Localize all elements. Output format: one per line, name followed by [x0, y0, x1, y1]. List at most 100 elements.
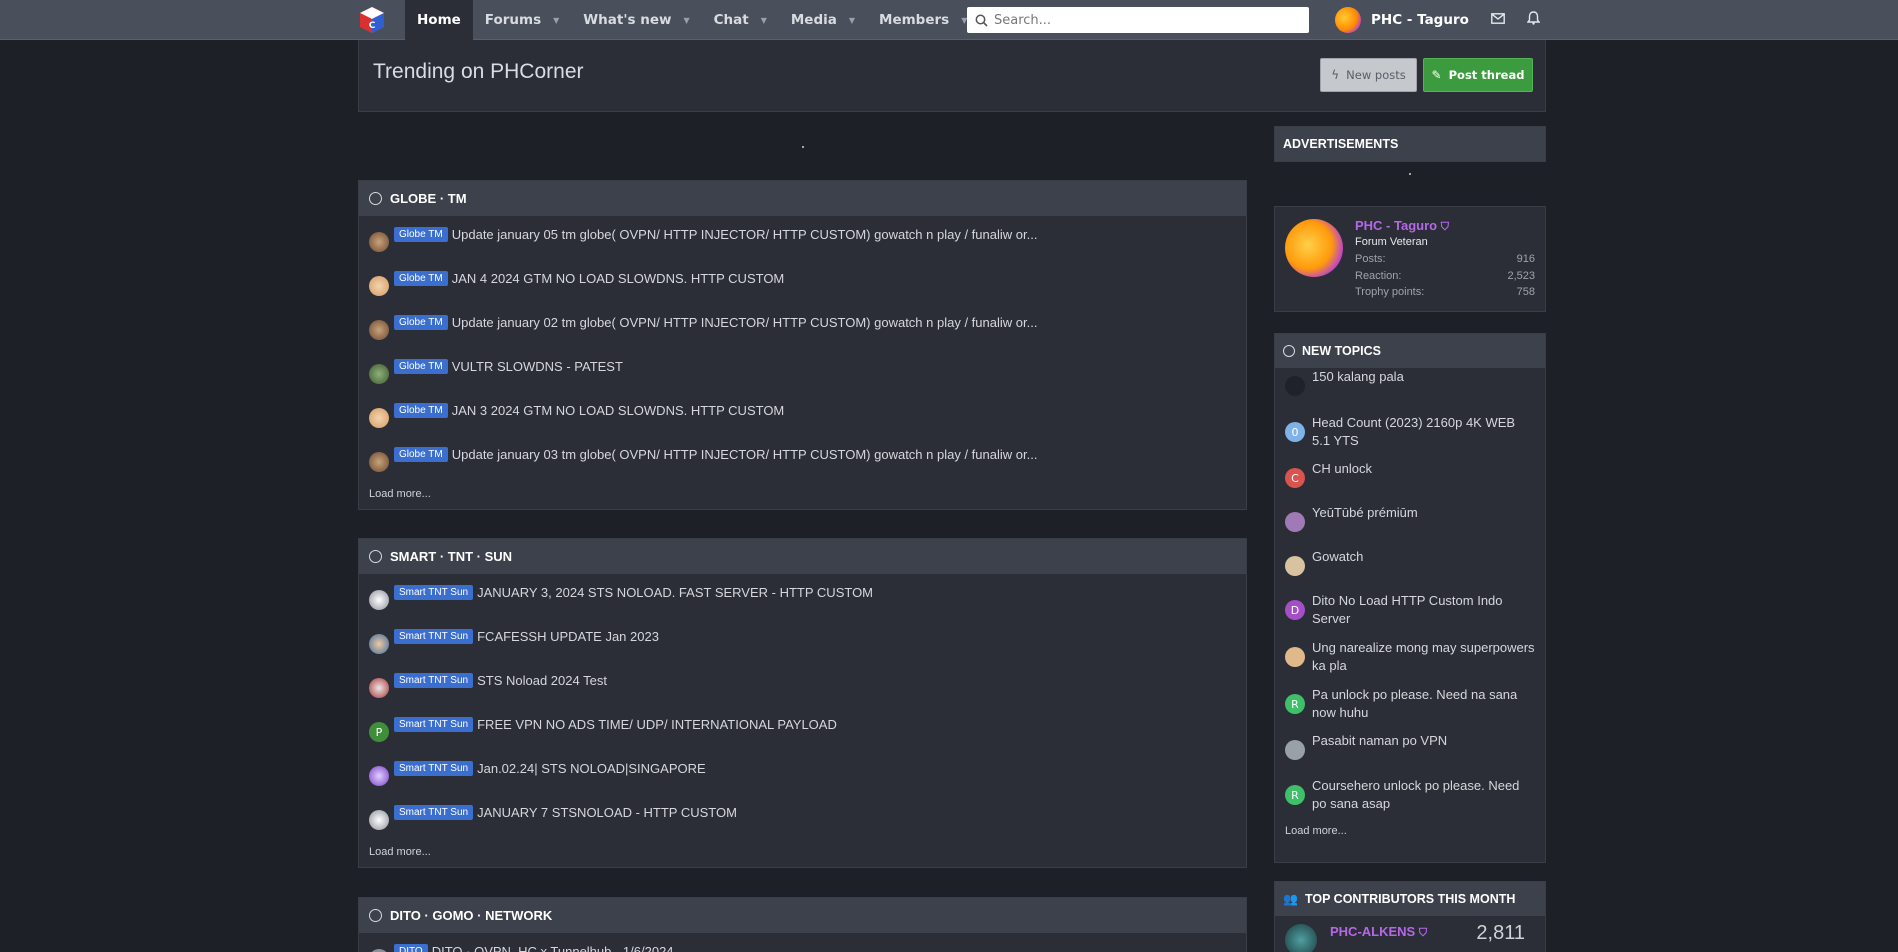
list-item[interactable]: R Pa unlock po please. Need na sana now … — [1275, 686, 1545, 732]
avatar[interactable]: 0 — [1285, 422, 1305, 442]
list-item[interactable]: Smart TNT Sun STS Noload 2024 Test — [359, 662, 1246, 706]
avatar[interactable]: C — [1285, 468, 1305, 488]
list-item[interactable]: DITO DITO · OVPN, HC x Tunnelhub - 1/6/20… — [359, 933, 1246, 952]
envelope-icon[interactable] — [1490, 12, 1505, 28]
list-item[interactable]: 150 kalang pala — [1275, 368, 1545, 414]
prefix-tag[interactable]: Globe TM — [394, 358, 448, 374]
new-posts-button[interactable]: ϟ New posts — [1320, 58, 1417, 92]
list-item[interactable]: 0 Head Count (2023) 2160p 4K WEB 5.1 YTS — [1275, 414, 1545, 460]
nav-home[interactable]: Home — [405, 0, 473, 40]
thread-title[interactable]: JAN 4 2024 GTM NO LOAD SLOWDNS. HTTP CUS… — [452, 271, 785, 286]
list-item[interactable]: Globe TM Update january 03 tm globe( OVPN… — [359, 436, 1246, 480]
avatar[interactable] — [1285, 924, 1317, 952]
profile-name[interactable]: PHC - Taguro ⛉ — [1355, 218, 1449, 234]
prefix-tag[interactable]: DITO — [394, 943, 428, 952]
thread-title[interactable]: Jan.02.24| STS NOLOAD|SINGAPORE — [477, 761, 706, 776]
search-input[interactable] — [994, 12, 1294, 28]
prefix-tag[interactable]: Smart TNT Sun — [394, 804, 474, 820]
avatar[interactable] — [1285, 376, 1305, 396]
topic-title[interactable]: Head Count (2023) 2160p 4K WEB 5.1 YTS — [1312, 414, 1535, 450]
avatar[interactable]: D — [1285, 600, 1305, 620]
thread-title[interactable]: JAN 3 2024 GTM NO LOAD SLOWDNS. HTTP CUS… — [452, 403, 785, 418]
nav-media[interactable]: Media ▼ — [779, 0, 867, 40]
avatar[interactable] — [369, 276, 389, 296]
contributor-name[interactable]: PHC-ALKENS ⛉ — [1330, 924, 1427, 940]
search-box[interactable] — [967, 7, 1309, 33]
prefix-tag[interactable]: Globe TM — [394, 226, 448, 242]
prefix-tag[interactable]: Smart TNT Sun — [394, 716, 474, 732]
bell-icon[interactable] — [1526, 11, 1541, 29]
thread-title[interactable]: STS Noload 2024 Test — [477, 673, 607, 688]
avatar[interactable] — [369, 766, 389, 786]
list-item[interactable]: Smart TNT Sun FCAFESSH UPDATE Jan 2023 — [359, 618, 1246, 662]
nav-forums[interactable]: Forums ▼ — [473, 0, 571, 40]
list-item[interactable]: Globe TM JAN 3 2024 GTM NO LOAD SLOWDNS. … — [359, 392, 1246, 436]
prefix-tag[interactable]: Smart TNT Sun — [394, 672, 474, 688]
list-item[interactable]: Globe TM Update january 05 tm globe( OVPN… — [359, 216, 1246, 260]
thread-title[interactable]: Update january 03 tm globe( OVPN/ HTTP I… — [452, 447, 1038, 462]
topic-title[interactable]: Pasabit naman po VPN — [1312, 732, 1447, 750]
list-item[interactable]: YeūTūbé prémiūm — [1275, 504, 1545, 548]
list-item[interactable]: Pasabit naman po VPN — [1275, 732, 1545, 777]
chevron-down-icon[interactable]: ▼ — [849, 16, 855, 25]
thread-title[interactable]: VULTR SLOWDNS - PATEST — [452, 359, 623, 374]
avatar[interactable] — [1285, 740, 1305, 760]
topic-title[interactable]: 150 kalang pala — [1312, 368, 1404, 386]
load-more-link[interactable]: Load more... — [359, 480, 1246, 509]
load-more-link[interactable]: Load more... — [1275, 821, 1545, 846]
thread-title[interactable]: Update january 05 tm globe( OVPN/ HTTP I… — [452, 227, 1038, 242]
prefix-tag[interactable]: Globe TM — [394, 314, 448, 330]
avatar[interactable] — [1285, 647, 1305, 667]
list-item[interactable]: D Dito No Load HTTP Custom Indo Server — [1275, 592, 1545, 639]
list-item[interactable]: R Coursehero unlock po please. Need po s… — [1275, 777, 1545, 821]
thread-title[interactable]: JANUARY 7 STSNOLOAD - HTTP CUSTOM — [477, 805, 737, 820]
topic-title[interactable]: CH unlock — [1312, 460, 1372, 478]
prefix-tag[interactable]: Smart TNT Sun — [394, 584, 474, 600]
avatar[interactable] — [1285, 556, 1305, 576]
nav-whats-new[interactable]: What's new ▼ — [571, 0, 701, 40]
list-item[interactable]: P Smart TNT Sun FREE VPN NO ADS TIME/ UDP… — [359, 706, 1246, 750]
username-link[interactable]: PHC - Taguro — [1371, 12, 1469, 28]
chevron-down-icon[interactable]: ▼ — [761, 16, 767, 25]
avatar[interactable] — [369, 810, 389, 830]
avatar[interactable] — [369, 232, 389, 252]
avatar[interactable]: R — [1285, 694, 1305, 714]
topic-title[interactable]: Gowatch — [1312, 548, 1363, 566]
prefix-tag[interactable]: Smart TNT Sun — [394, 760, 474, 776]
chevron-down-icon[interactable]: ▼ — [553, 16, 559, 25]
avatar[interactable] — [369, 320, 389, 340]
topic-title[interactable]: Coursehero unlock po please. Need po san… — [1312, 777, 1535, 813]
chevron-down-icon[interactable]: ▼ — [683, 16, 689, 25]
topic-title[interactable]: Ung narealize mong may superpowers ka pl… — [1312, 639, 1535, 675]
list-item[interactable]: Smart TNT Sun JANUARY 7 STSNOLOAD - HTTP … — [359, 794, 1246, 838]
contributor-row[interactable]: PHC-ALKENS ⛉ 2,811 — [1275, 916, 1545, 952]
thread-title[interactable]: Update january 02 tm globe( OVPN/ HTTP I… — [452, 315, 1038, 330]
avatar[interactable] — [369, 678, 389, 698]
thread-title[interactable]: DITO · OVPN, HC x Tunnelhub - 1/6/2024 — [432, 944, 674, 952]
avatar[interactable] — [369, 408, 389, 428]
avatar[interactable]: R — [1285, 785, 1305, 805]
list-item[interactable]: Globe TM VULTR SLOWDNS - PATEST — [359, 348, 1246, 392]
avatar[interactable] — [1335, 7, 1361, 33]
list-item[interactable]: Globe TM Update january 02 tm globe( OVPN… — [359, 304, 1246, 348]
topic-title[interactable]: Dito No Load HTTP Custom Indo Server — [1312, 592, 1535, 628]
topic-title[interactable]: YeūTūbé prémiūm — [1312, 504, 1418, 522]
prefix-tag[interactable]: Smart TNT Sun — [394, 628, 474, 644]
list-item[interactable]: C CH unlock — [1275, 460, 1545, 504]
avatar[interactable] — [369, 634, 389, 654]
topic-title[interactable]: Pa unlock po please. Need na sana now hu… — [1312, 686, 1535, 722]
list-item[interactable]: Ung narealize mong may superpowers ka pl… — [1275, 639, 1545, 686]
nav-members[interactable]: Members ▼ — [867, 0, 979, 40]
nav-chat[interactable]: Chat ▼ — [702, 0, 779, 40]
load-more-link[interactable]: Load more... — [359, 838, 1246, 867]
list-item[interactable]: Smart TNT Sun Jan.02.24| STS NOLOAD|SINGA… — [359, 750, 1246, 794]
avatar[interactable] — [369, 452, 389, 472]
site-logo-icon[interactable]: C — [357, 5, 387, 35]
avatar[interactable]: P — [369, 722, 389, 742]
thread-title[interactable]: FCAFESSH UPDATE Jan 2023 — [477, 629, 659, 644]
thread-title[interactable]: FREE VPN NO ADS TIME/ UDP/ INTERNATIONAL… — [477, 717, 837, 732]
list-item[interactable]: Gowatch — [1275, 548, 1545, 592]
list-item[interactable]: Smart TNT Sun JANUARY 3, 2024 STS NOLOAD.… — [359, 574, 1246, 618]
prefix-tag[interactable]: Globe TM — [394, 270, 448, 286]
prefix-tag[interactable]: Globe TM — [394, 402, 448, 418]
